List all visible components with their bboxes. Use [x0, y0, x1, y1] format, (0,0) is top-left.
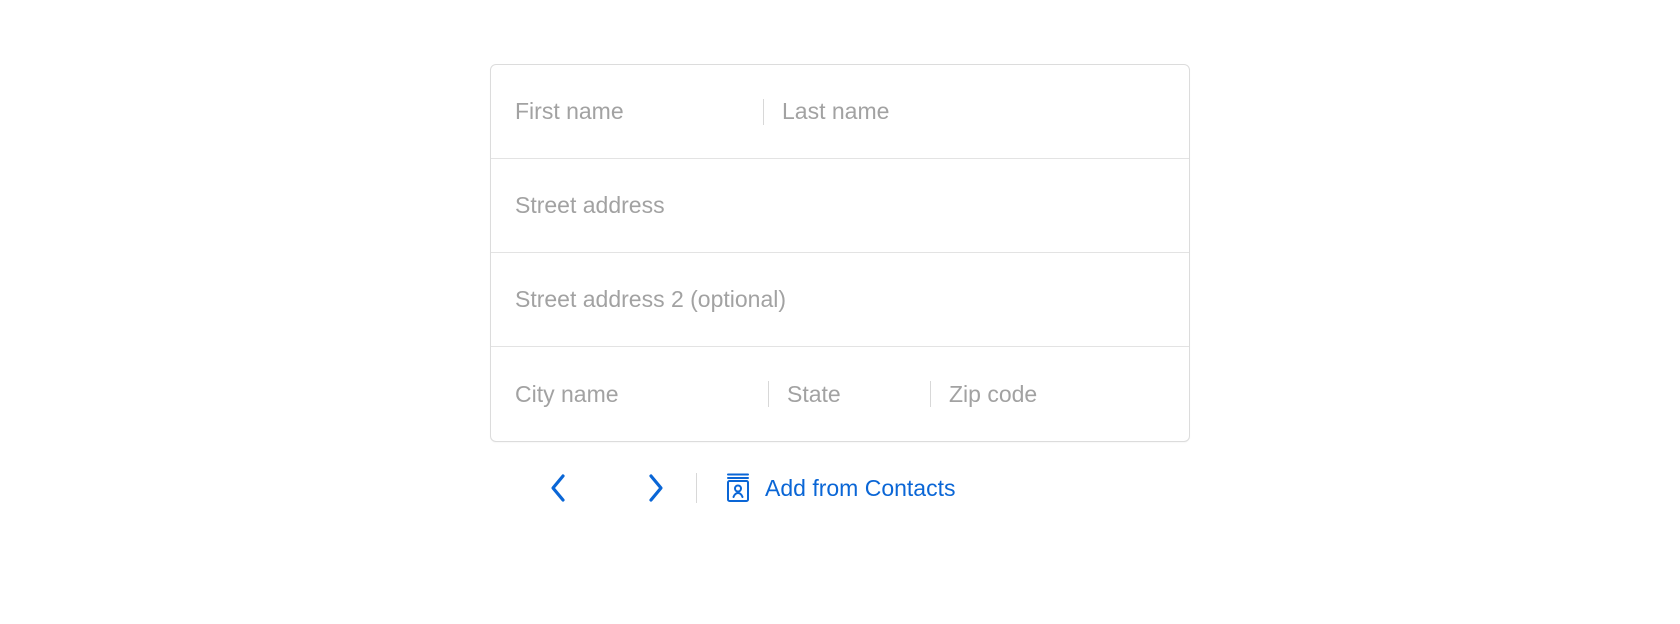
- contacts-book-icon: [725, 473, 751, 503]
- vertical-divider: [763, 99, 764, 125]
- city-state-zip-row: [491, 347, 1189, 441]
- last-name-input[interactable]: [782, 90, 1165, 133]
- state-input[interactable]: [787, 373, 912, 416]
- name-row: [491, 65, 1189, 159]
- street2-row: [491, 253, 1189, 347]
- street-row: [491, 159, 1189, 253]
- vertical-divider: [696, 473, 697, 503]
- zip-input[interactable]: [949, 373, 1165, 416]
- city-input[interactable]: [515, 373, 750, 416]
- chevron-left-icon: [549, 473, 567, 503]
- previous-button[interactable]: [536, 466, 580, 510]
- add-from-contacts-label: Add from Contacts: [765, 475, 955, 502]
- chevron-right-icon: [647, 473, 665, 503]
- vertical-divider: [930, 381, 931, 407]
- street-address-input[interactable]: [515, 184, 1165, 227]
- vertical-divider: [768, 381, 769, 407]
- street-address-2-input[interactable]: [515, 278, 1165, 321]
- address-form-card: [490, 64, 1190, 442]
- next-button[interactable]: [634, 466, 678, 510]
- first-name-input[interactable]: [515, 90, 745, 133]
- form-toolbar: Add from Contacts: [490, 442, 1190, 510]
- add-from-contacts-button[interactable]: Add from Contacts: [725, 473, 955, 503]
